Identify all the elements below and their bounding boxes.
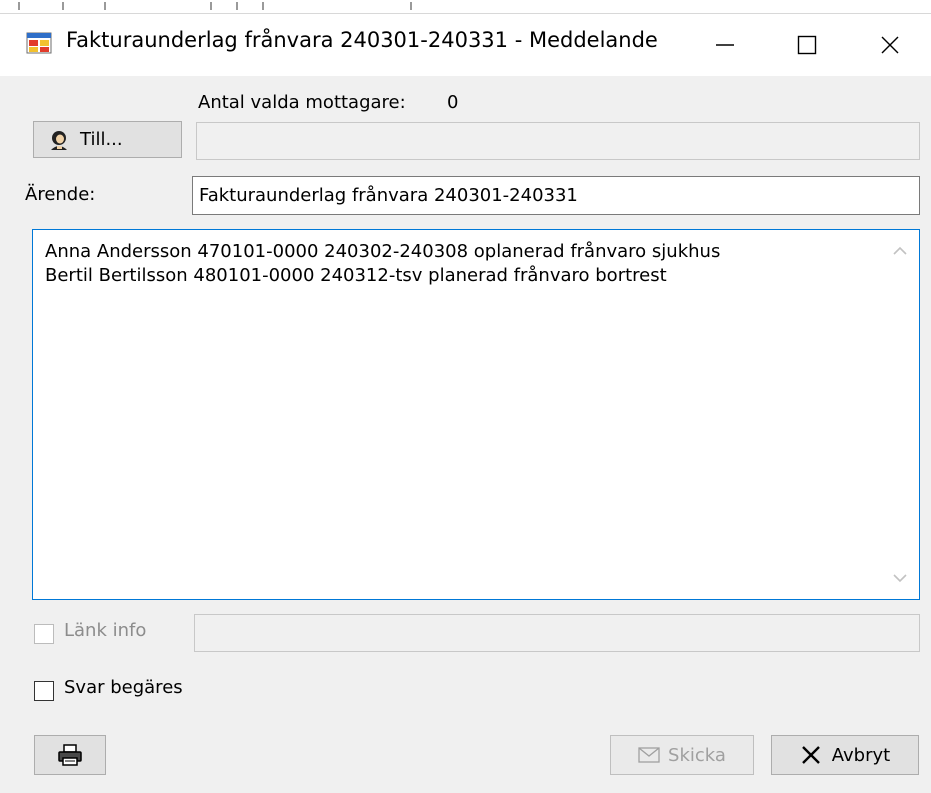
send-button-label: Skicka: [668, 744, 726, 766]
send-button[interactable]: Skicka: [610, 735, 754, 775]
maximize-button[interactable]: [766, 14, 848, 76]
print-button[interactable]: [34, 735, 106, 775]
link-info-label: Länk info: [64, 620, 147, 641]
message-line: Bertil Bertilsson 480101-0000 240312-tsv…: [45, 265, 667, 286]
background-window-strip: [0, 0, 931, 14]
minimize-icon: [716, 44, 734, 46]
scroll-up-icon: [893, 246, 907, 255]
cancel-button-label: Avbryt: [831, 744, 891, 766]
close-button[interactable]: [849, 14, 931, 76]
maximize-icon: [797, 35, 817, 55]
reply-requested-checkbox[interactable]: [34, 681, 54, 701]
close-icon: [881, 36, 899, 54]
recipient-count-value: 0: [447, 92, 459, 113]
minimize-button[interactable]: [684, 14, 766, 76]
printer-icon: [58, 744, 82, 766]
window-title: Fakturaunderlag frånvara 240301-240331 -…: [66, 28, 658, 52]
reply-requested-label: Svar begäres: [64, 677, 183, 698]
address-book-icon: [51, 130, 67, 150]
form-window-icon: [26, 32, 52, 54]
scroll-down-icon: [893, 574, 907, 583]
link-info-checkbox[interactable]: [34, 624, 54, 644]
message-body-textarea[interactable]: Anna Andersson 470101-0000 240302-240308…: [32, 229, 920, 600]
link-info-field[interactable]: [194, 614, 920, 652]
subject-label: Ärende:: [25, 184, 96, 205]
x-icon: [801, 746, 820, 764]
to-button[interactable]: Till...: [33, 121, 182, 158]
subject-input[interactable]: Fakturaunderlag frånvara 240301-240331: [192, 176, 920, 215]
cancel-button[interactable]: Avbryt: [771, 735, 919, 775]
message-body-text: Anna Andersson 470101-0000 240302-240308…: [45, 240, 875, 288]
envelope-icon: [638, 747, 660, 763]
message-line: Anna Andersson 470101-0000 240302-240308…: [45, 241, 721, 262]
to-recipients-field[interactable]: [196, 122, 920, 160]
recipient-count-label: Antal valda mottagare:: [198, 92, 406, 113]
vertical-scrollbar[interactable]: [882, 231, 918, 598]
to-button-label: Till...: [80, 129, 123, 150]
